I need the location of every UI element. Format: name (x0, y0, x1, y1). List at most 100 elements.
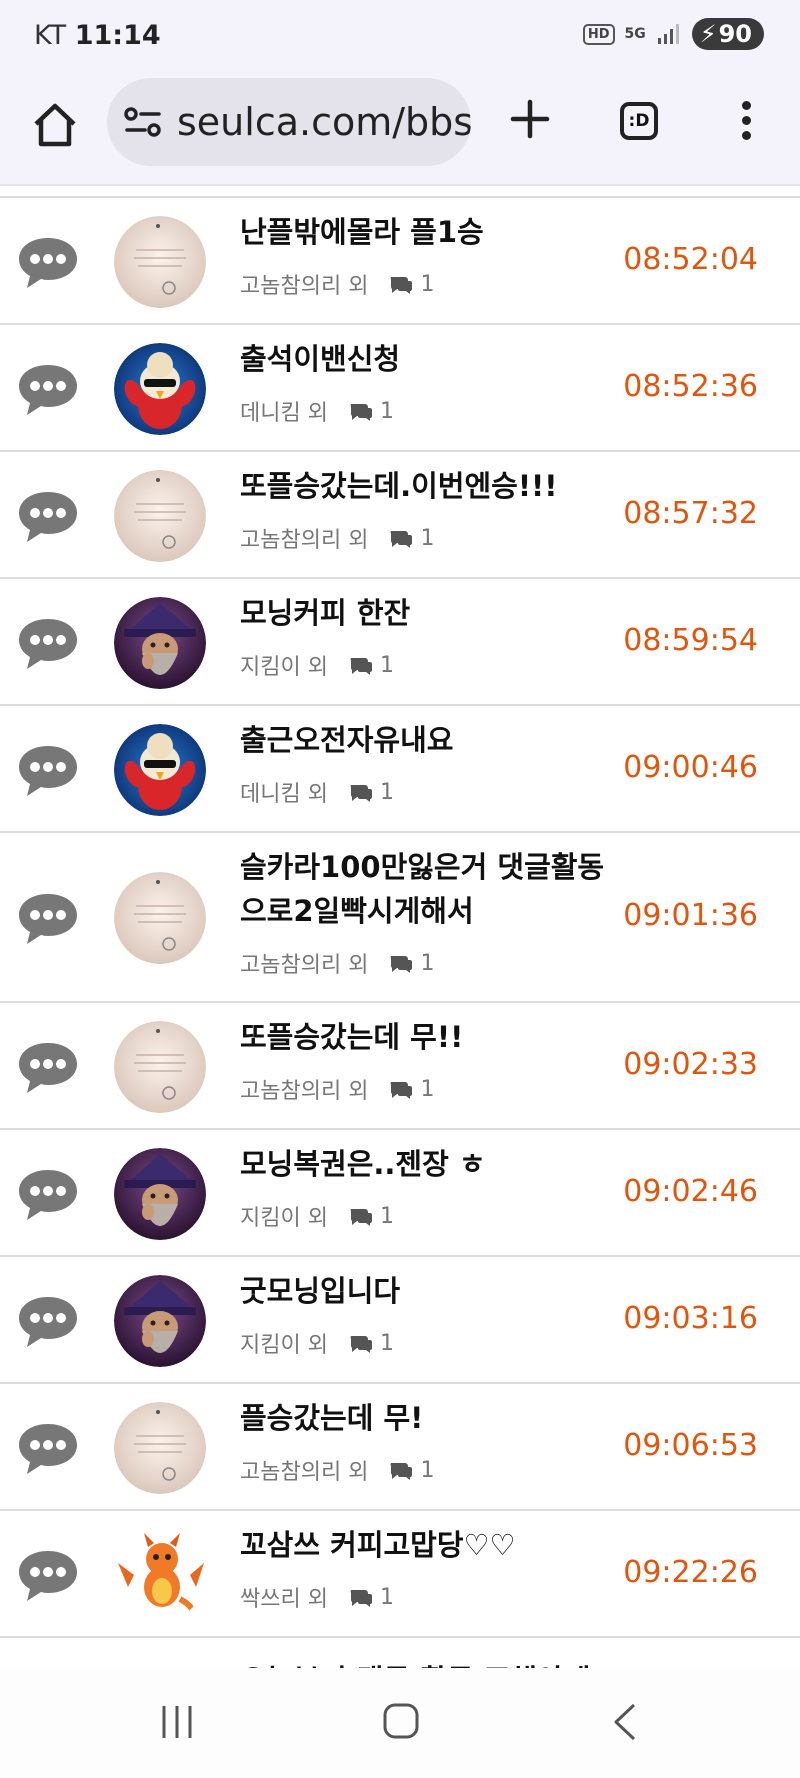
post-author[interactable]: 싹쓰리 외 (240, 1581, 328, 1613)
new-tab-icon[interactable] (505, 94, 555, 144)
post-row[interactable]: 출석이밴신청데니킴 외 1 08:52:36 (0, 325, 800, 452)
post-row[interactable]: 난플밖에몰라 플1승고놈참의리 외 1 08:52:04 (0, 198, 800, 325)
post-meta: 고놈참의리 외 1 (240, 947, 434, 979)
comment-count: 1 (388, 1458, 434, 1483)
address-bar[interactable]: seulca.com/bbs (107, 78, 471, 166)
author-avatar[interactable] (114, 1147, 206, 1240)
post-title[interactable]: 출석이밴신청 (240, 337, 620, 381)
post-author[interactable]: 고놈참의리 외 (240, 1454, 368, 1486)
author-avatar[interactable] (114, 872, 206, 964)
post-title-line: 난플밖에몰라 플1승 (240, 215, 484, 249)
post-row[interactable]: 굿모닝입니다 지킴이 외 1 09:03:16 (0, 1257, 800, 1384)
url-text[interactable]: seulca.com/bbs (177, 100, 471, 144)
post-title[interactable]: 굿모닝입니다 (240, 1269, 620, 1313)
post-row[interactable]: 모닝커피 한잔지킴이 외 1 08:59:54 (0, 579, 800, 706)
author-avatar[interactable] (114, 469, 206, 562)
post-list: 난플밖에몰라 플1승 고놈참의리 외 1 08:52:04 출석이밴신청 데니킴 외 1 08… (0, 196, 800, 1698)
home-nav-icon[interactable] (382, 1702, 420, 1740)
post-author[interactable]: 고놈참의리 외 (240, 268, 368, 300)
comment-count-value: 1 (420, 271, 435, 297)
author-avatar[interactable] (114, 1528, 206, 1621)
post-row[interactable]: 슬카라100만잃은거 댓글활동 으로2일빡시게해서고놈참의리 외 1 09:01:36 (0, 833, 800, 1003)
post-row[interactable]: 플승갔는데 무! 고놈참의리 외 1 09:06:53 (0, 1384, 800, 1511)
post-time: 08:52:04 (623, 241, 758, 277)
post-title-line: 굿모닝입니다 (240, 1274, 401, 1308)
chat-bubble-icon (16, 1037, 80, 1097)
post-time: 08:59:54 (623, 622, 758, 658)
comment-count-value: 1 (379, 1584, 394, 1610)
post-row[interactable]: 모닝복권은..젠장 ㅎ 지킴이 외 1 09:02:46 (0, 1130, 800, 1257)
post-time: 08:52:36 (623, 368, 758, 404)
post-time: 09:01:36 (623, 898, 758, 933)
chat-bubble-icon (16, 1545, 80, 1605)
author-avatar[interactable] (114, 723, 206, 816)
post-row[interactable]: 또플승갔는데.이번엔승!!! 고놈참의리 외 1 08:57:32 (0, 452, 800, 579)
post-meta: 고놈참의리 외 1 (240, 268, 434, 300)
post-author[interactable]: 고놈참의리 외 (240, 522, 368, 554)
author-avatar[interactable] (114, 596, 206, 689)
post-time: 09:02:33 (623, 1046, 758, 1082)
post-author[interactable]: 지킴이 외 (240, 1327, 328, 1359)
post-author[interactable]: 고놈참의리 외 (240, 947, 368, 979)
comment-count-icon (350, 658, 372, 675)
back-nav-icon[interactable] (612, 1702, 638, 1742)
site-settings-icon[interactable] (123, 104, 163, 140)
post-title[interactable]: 또플승갔는데.이번엔승!!! (240, 464, 620, 508)
post-title-line: 모닝복권은..젠장 ㅎ (240, 1147, 486, 1181)
comment-count-icon (350, 404, 372, 421)
chat-bubble-icon (16, 1291, 80, 1351)
comment-count-value: 1 (420, 950, 435, 976)
post-meta: 고놈참의리 외 1 (240, 1454, 434, 1486)
post-title[interactable]: 플승갔는데 무! (240, 1396, 620, 1440)
post-title-line: 꼬삼쓰 커피고맙당♡♡ (240, 1528, 516, 1562)
clock: 11:14 (74, 20, 161, 51)
recent-apps-icon[interactable] (160, 1704, 194, 1740)
comment-count-value: 1 (420, 1457, 435, 1483)
post-time: 09:22:26 (623, 1554, 758, 1590)
post-row[interactable]: 출근오전자유내요 데니킴 외 1 09:00:46 (0, 706, 800, 833)
tab-switcher-button[interactable]: :D (620, 102, 658, 140)
comment-count-icon (350, 1590, 372, 1607)
post-title[interactable]: 모닝복권은..젠장 ㅎ (240, 1142, 620, 1186)
author-avatar[interactable] (114, 1274, 206, 1367)
post-meta: 지킴이 외 1 (240, 649, 394, 681)
home-icon[interactable] (30, 100, 80, 150)
more-menu-icon[interactable] (736, 98, 756, 148)
post-title-line: 출근오전자유내요 (240, 723, 454, 757)
chat-bubble-icon (16, 740, 80, 800)
post-author[interactable]: 지킴이 외 (240, 1200, 328, 1232)
post-author[interactable]: 데니킴 외 (240, 395, 328, 427)
comment-count: 1 (388, 272, 434, 297)
comment-count-icon (391, 531, 413, 548)
comment-count-value: 1 (379, 652, 394, 678)
post-author[interactable]: 지킴이 외 (240, 649, 328, 681)
post-author[interactable]: 데니킴 외 (240, 776, 328, 808)
post-time: 09:06:53 (623, 1427, 758, 1463)
author-avatar[interactable] (114, 1020, 206, 1113)
chat-bubble-icon (16, 1164, 80, 1224)
comment-count-value: 1 (379, 1330, 394, 1356)
post-row[interactable]: 꼬삼쓰 커피고맙당♡♡ 싹쓰리 외 1 09:22:26 (0, 1511, 800, 1638)
comment-count: 1 (348, 653, 394, 678)
author-avatar[interactable] (114, 342, 206, 435)
comment-count-icon (391, 277, 413, 294)
post-meta: 데니킴 외 1 (240, 395, 394, 427)
hd-icon: HD (582, 23, 615, 45)
author-avatar[interactable] (114, 215, 206, 308)
post-title-line: 출석이밴신청 (240, 342, 401, 376)
post-meta: 고놈참의리 외 1 (240, 522, 434, 554)
comment-count-value: 1 (379, 1203, 394, 1229)
post-title[interactable]: 꼬삼쓰 커피고맙당♡♡ (240, 1523, 620, 1567)
comment-count: 1 (388, 951, 434, 976)
post-title[interactable]: 난플밖에몰라 플1승 (240, 210, 620, 254)
post-title[interactable]: 모닝커피 한잔 (240, 591, 620, 635)
comment-count-icon (350, 785, 372, 802)
post-author[interactable]: 고놈참의리 외 (240, 1073, 368, 1105)
post-title[interactable]: 출근오전자유내요 (240, 718, 620, 762)
post-title[interactable]: 또플승갔는데 무!! (240, 1015, 620, 1059)
comment-count: 1 (348, 1585, 394, 1610)
post-row[interactable]: 또플승갔는데 무!! 고놈참의리 외 1 09:02:33 (0, 1003, 800, 1130)
post-title-line: 모닝커피 한잔 (240, 596, 411, 630)
post-title[interactable]: 슬카라100만잃은거 댓글활동 으로2일빡시게해서 (240, 845, 620, 933)
author-avatar[interactable] (114, 1401, 206, 1494)
